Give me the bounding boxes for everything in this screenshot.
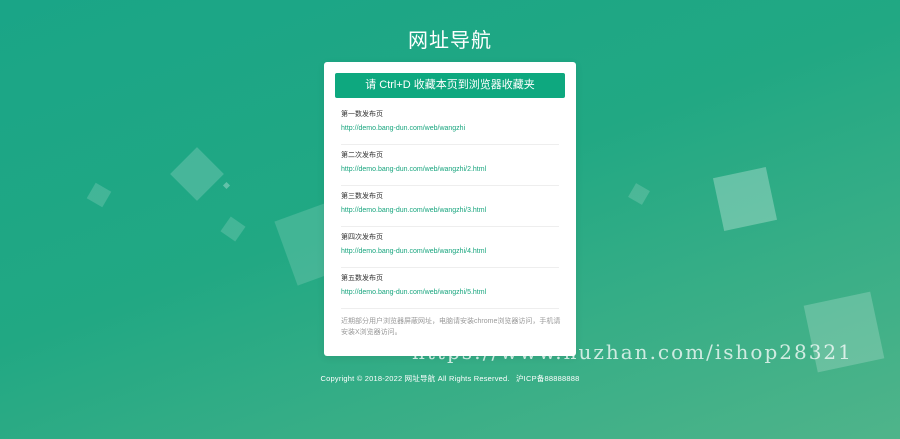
decor-square [86,182,112,208]
entry-link[interactable]: http://demo.bang-dun.com/web/wangzhi/3.h… [341,206,559,215]
list-item: 第四次发布页 http://demo.bang-dun.com/web/wang… [341,227,559,268]
entry-list: 第一数发布页 http://demo.bang-dun.com/web/wang… [324,104,576,338]
nav-card: 请 Ctrl+D 收藏本页到浏览器收藏夹 第一数发布页 http://demo.… [324,62,576,356]
entry-label: 第三数发布页 [341,193,383,200]
copyright-text: Copyright © 2018-2022 网址导航 All Rights Re… [320,374,510,383]
page-title: 网址导航 [408,30,492,52]
icp-link[interactable]: 沪ICP备88888888 [516,374,579,383]
entry-label: 第五数发布页 [341,275,383,282]
entry-label: 第二次发布页 [341,152,383,159]
entry-link[interactable]: http://demo.bang-dun.com/web/wangzhi [341,124,559,133]
decor-square [712,166,778,232]
list-item: 第五数发布页 http://demo.bang-dun.com/web/wang… [341,268,559,309]
entry-link[interactable]: http://demo.bang-dun.com/web/wangzhi/2.h… [341,165,559,174]
list-item: 第一数发布页 http://demo.bang-dun.com/web/wang… [341,104,559,145]
entry-label: 第四次发布页 [341,234,383,241]
bookmark-button[interactable]: 请 Ctrl+D 收藏本页到浏览器收藏夹 [335,73,565,98]
entry-link[interactable]: http://demo.bang-dun.com/web/wangzhi/5.h… [341,288,559,297]
list-item: 第三数发布页 http://demo.bang-dun.com/web/wang… [341,186,559,227]
list-item: 第二次发布页 http://demo.bang-dun.com/web/wang… [341,145,559,186]
decor-square [222,181,231,190]
footer: Copyright © 2018-2022 网址导航 All Rights Re… [0,373,900,384]
page-background: 网址导航 请 Ctrl+D 收藏本页到浏览器收藏夹 第一数发布页 http://… [0,0,900,439]
watermark-text: https://www.huzhan.com/ishop28321 [412,340,853,364]
decor-square [628,183,650,205]
browser-notice: 近期部分用户浏览器屏蔽网址，电脑请安装chrome浏览器访问，手机请安装X浏览器… [341,318,561,336]
decor-square [220,216,246,242]
entry-label: 第一数发布页 [341,111,383,118]
decor-square [170,147,224,201]
entry-link[interactable]: http://demo.bang-dun.com/web/wangzhi/4.h… [341,247,559,256]
